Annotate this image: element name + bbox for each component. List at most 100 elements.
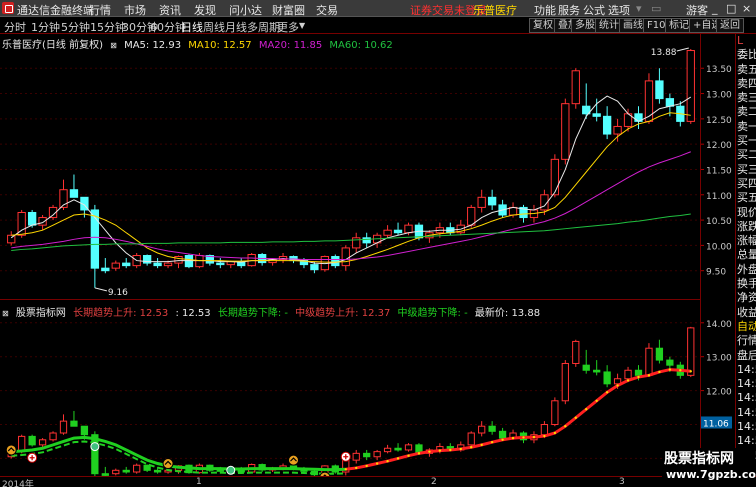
- price-tick-label: 12.50: [706, 116, 732, 126]
- indicator-bar-up: [373, 451, 381, 458]
- trend-dot: [647, 374, 651, 377]
- menu-options[interactable]: 选项: [608, 2, 630, 18]
- period-monthly[interactable]: 月线: [225, 19, 247, 35]
- menu-function[interactable]: 功能: [534, 2, 556, 18]
- close-button[interactable]: ×: [742, 2, 751, 15]
- side-panel-item[interactable]: 换手: [736, 277, 756, 291]
- side-panel-item[interactable]: 14:50: [736, 377, 756, 391]
- side-panel-item[interactable]: 收益: [736, 306, 756, 320]
- side-panel-item[interactable]: 14:50: [736, 434, 756, 448]
- indicator-bar-up: [478, 425, 486, 434]
- candle-down: [101, 267, 110, 272]
- latest-price-label: 最新价: 13.88: [474, 308, 541, 319]
- candle-down: [153, 262, 162, 267]
- indicator-tick-label: 13.00: [706, 354, 732, 364]
- candle-up: [174, 256, 183, 264]
- buy-signal-icon: [162, 458, 174, 470]
- price-chart[interactable]: 13.50 13.00 12.50 12.00 11.50 11.00 10.50 10.00…: [0, 34, 735, 300]
- trend-dot: [355, 466, 358, 470]
- side-panel-item[interactable]: 买一: [736, 134, 756, 148]
- indicator-bar-down: [634, 369, 643, 376]
- price-chart-pane[interactable]: 13.50 13.00 12.50 12.00 11.50 11.00 10.50 10.00…: [0, 34, 732, 300]
- menu-discover[interactable]: 发现: [194, 2, 216, 18]
- side-panel-item[interactable]: 总量: [736, 248, 756, 262]
- current-symbol: 乐普医疗: [473, 4, 517, 17]
- side-panel-item[interactable]: 14:50: [736, 420, 756, 434]
- candle-down: [310, 264, 319, 271]
- trend-dot: [564, 425, 567, 428]
- trend-dot: [595, 399, 598, 402]
- side-panel-item[interactable]: 14:50: [736, 363, 756, 377]
- indicator-bar-down: [80, 425, 89, 436]
- price-tick-label: 9.50: [706, 268, 726, 278]
- side-panel-item[interactable]: 涨跌: [736, 220, 756, 234]
- side-panel-item[interactable]: 买五: [736, 191, 756, 205]
- side-panel-item[interactable]: 现价: [736, 206, 756, 220]
- menu-service[interactable]: 服务: [558, 2, 580, 18]
- side-panel-item[interactable]: 买二: [736, 148, 756, 162]
- indicator-bar-up: [572, 340, 580, 364]
- menu-formula[interactable]: 公式: [583, 2, 605, 18]
- side-panel-item[interactable]: 买三: [736, 163, 756, 177]
- menu-bar: 通达信金融终端 行情 市场 资讯 发现 问小达 财富圈 交易 证券交易未登录 乐…: [0, 0, 756, 17]
- side-panel-item[interactable]: 卖五: [736, 63, 756, 77]
- month-label-3: 3: [619, 477, 625, 487]
- side-panel-item[interactable]: 外盘: [736, 263, 756, 277]
- more-dropdown-icon[interactable]: ▼: [299, 21, 305, 30]
- side-panel-item[interactable]: 涨幅: [736, 234, 756, 248]
- indicator-toggle-icon[interactable]: ⊠: [2, 309, 9, 318]
- indicator-bar-up: [133, 464, 141, 473]
- period-1min[interactable]: 1分钟: [31, 19, 60, 35]
- side-panel-item[interactable]: 净资: [736, 291, 756, 305]
- side-panel-item[interactable]: 买四: [736, 177, 756, 191]
- indicator-bar-up: [59, 420, 68, 434]
- period-15min[interactable]: 15分钟: [90, 19, 126, 35]
- indicator-bar-up: [551, 400, 559, 426]
- candle-down: [27, 211, 37, 226]
- buy-signal-icon: [288, 454, 299, 466]
- back-button[interactable]: 返回: [716, 18, 744, 33]
- menu-market[interactable]: 市场: [124, 2, 146, 18]
- trend-dot: [407, 454, 410, 457]
- indicator-bar-down: [122, 469, 130, 473]
- period-more[interactable]: 更多: [277, 19, 299, 35]
- side-panel-item[interactable]: 盘后: [736, 349, 756, 363]
- legend-close-icon[interactable]: ⊠: [110, 41, 117, 50]
- side-panel-item[interactable]: 自动: [736, 320, 756, 334]
- period-daily[interactable]: 日线: [181, 19, 203, 35]
- side-panel-item[interactable]: 卖三: [736, 91, 756, 105]
- watermark-title: 股票指标网: [664, 451, 734, 467]
- side-panel-item[interactable]: 行情: [736, 334, 756, 348]
- menu-wealth[interactable]: 财富圈: [272, 2, 305, 18]
- side-panel-item[interactable]: 委比: [736, 48, 756, 62]
- side-panel-item[interactable]: L: [736, 34, 756, 48]
- price-tick-label: 12.00: [706, 141, 732, 151]
- maximize-button[interactable]: □: [726, 2, 736, 15]
- minimize-button[interactable]: _: [712, 2, 718, 15]
- menu-ask[interactable]: 问小达: [229, 2, 262, 18]
- side-panel-item[interactable]: 14:50: [736, 391, 756, 405]
- guest-user[interactable]: 游客: [686, 2, 708, 18]
- side-panel-item[interactable]: 卖一: [736, 120, 756, 134]
- menu-news[interactable]: 资讯: [159, 2, 181, 18]
- window-icon[interactable]: ▭: [651, 2, 661, 15]
- menu-trade[interactable]: 交易: [316, 2, 338, 18]
- side-panel-item[interactable]: 卖二: [736, 105, 756, 119]
- side-panel-item[interactable]: 14:50: [736, 406, 756, 420]
- minimize-icon[interactable]: ▾: [636, 2, 642, 15]
- candle-up: [383, 229, 392, 236]
- menu-quotes[interactable]: 行情: [89, 2, 111, 18]
- candle-down: [90, 209, 100, 269]
- quote-side-panel[interactable]: L 委比 卖五 卖四 卖三 卖二 卖一 买一 买二 买三 买四 买五 现价 涨跌 涨幅 总量 外盘 换手 净资 收益自…: [735, 34, 756, 476]
- period-5min[interactable]: 5分钟: [61, 19, 90, 35]
- ma20-line: [11, 151, 691, 261]
- period-multi[interactable]: 多周期: [247, 19, 280, 35]
- indicator-bar-down: [603, 371, 611, 385]
- period-timeshare[interactable]: 分时: [4, 19, 26, 35]
- adjust-button[interactable]: 复权: [529, 18, 557, 33]
- indicator-bar-up: [687, 327, 695, 376]
- period-weekly[interactable]: 周线: [203, 19, 225, 35]
- side-panel-item[interactable]: 卖四: [736, 77, 756, 91]
- indicator-chart[interactable]: 14.0013.0012.0011.0010.0011.06: [0, 302, 735, 476]
- indicator-pane[interactable]: 14.0013.0012.0011.0010.0011.06 ⊠ 股票指标网 长…: [0, 302, 732, 476]
